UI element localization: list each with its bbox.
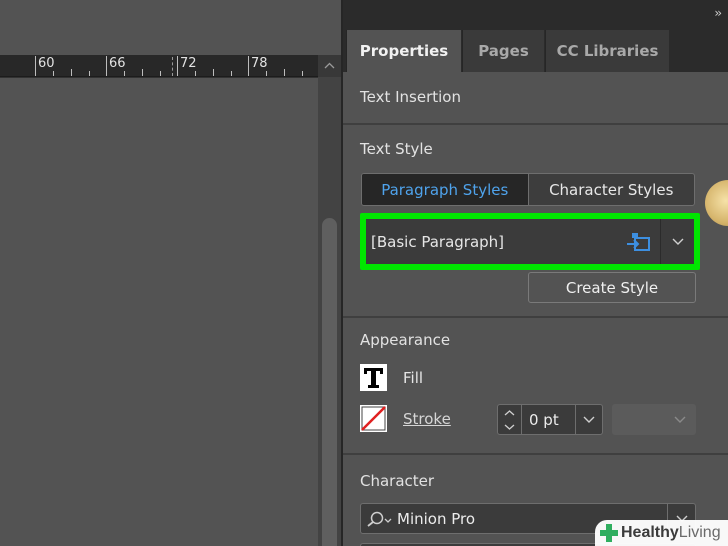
- ruler-tick: [89, 71, 90, 76]
- ruler-tick: [195, 71, 196, 76]
- stroke-row: Stroke: [360, 405, 451, 432]
- paragraph-style-value: [Basic Paragraph]: [371, 232, 505, 251]
- chevron-down-icon[interactable]: [504, 424, 515, 430]
- search-icon: [367, 511, 392, 527]
- section-divider: [343, 453, 728, 455]
- text-style-title: Text Style: [360, 140, 433, 158]
- tab-pages[interactable]: Pages: [462, 30, 544, 72]
- stroke-link[interactable]: Stroke: [403, 410, 451, 428]
- redefine-style-icon[interactable]: [615, 232, 660, 252]
- ruler-label: 78: [251, 56, 268, 71]
- chevron-down-icon: [674, 416, 686, 423]
- ruler-tick: [71, 69, 72, 76]
- ruler-tick: [142, 69, 143, 76]
- fill-text-icon[interactable]: [360, 364, 387, 391]
- plus-logo-icon: [600, 524, 618, 542]
- paragraph-styles-button[interactable]: Paragraph Styles: [362, 174, 529, 205]
- chevron-up-icon: [324, 62, 335, 69]
- tab-cc-libraries[interactable]: CC Libraries: [545, 30, 669, 72]
- stroke-weight-stepper[interactable]: 0 pt: [497, 404, 603, 435]
- ruler-label: 72: [180, 56, 197, 71]
- create-style-button[interactable]: Create Style: [528, 272, 696, 303]
- character-styles-button[interactable]: Character Styles: [529, 174, 695, 205]
- ruler-tick: [231, 71, 232, 76]
- chevron-up-icon[interactable]: [504, 410, 515, 416]
- ruler-tick: [53, 71, 54, 76]
- stroke-none-icon[interactable]: [360, 405, 387, 432]
- ruler-tick: [302, 71, 303, 76]
- watermark-text-bold: Healthy: [621, 524, 679, 541]
- font-family-value: Minion Pro: [397, 509, 476, 528]
- panel-header: ››: [343, 0, 728, 28]
- document-canvas[interactable]: [0, 78, 318, 546]
- section-divider: [343, 316, 728, 318]
- watermark-text-light: Living: [678, 524, 721, 541]
- watermark: Healthy Living: [595, 520, 728, 546]
- ruler-tick: [284, 69, 285, 76]
- style-type-toggle: Paragraph Styles Character Styles: [361, 173, 695, 206]
- ruler-tick: [160, 71, 161, 76]
- ruler-label: 60: [38, 56, 55, 71]
- stroke-type-dropdown: [612, 404, 696, 435]
- document-tab-bar: [0, 0, 341, 55]
- ruler-tick: [213, 69, 214, 76]
- chevron-down-icon[interactable]: [576, 405, 602, 434]
- stepper-arrows[interactable]: [498, 405, 522, 434]
- ruler-tick: [266, 71, 267, 76]
- vertical-scrollbar[interactable]: [318, 55, 341, 546]
- appearance-title: Appearance: [360, 331, 451, 349]
- tab-properties[interactable]: Properties: [346, 30, 461, 72]
- panel-tabs: Properties Pages CC Libraries: [343, 28, 728, 72]
- scrollbar-thumb[interactable]: [322, 218, 337, 546]
- paragraph-style-dropdown[interactable]: [Basic Paragraph]: [366, 219, 694, 264]
- ruler-tick: [35, 56, 36, 76]
- section-divider: [343, 123, 728, 125]
- chevron-down-icon[interactable]: [660, 219, 694, 264]
- properties-panel: Text Insertion Text Style Paragraph Styl…: [343, 72, 728, 546]
- ruler-label: 66: [109, 56, 126, 71]
- ruler-tick: [106, 56, 107, 76]
- horizontal-ruler: 60 66 72 78: [0, 55, 318, 77]
- character-title: Character: [360, 472, 435, 490]
- ruler-tick: [248, 56, 249, 76]
- ruler-tick: [177, 56, 178, 76]
- scroll-up-button[interactable]: [318, 55, 341, 77]
- ruler-tick: [124, 71, 125, 76]
- collapse-panel-icon[interactable]: ››: [714, 6, 721, 20]
- fill-row: Fill: [360, 364, 423, 391]
- ruler-guide-marker: [172, 57, 173, 76]
- fill-label: Fill: [403, 368, 424, 387]
- stroke-weight-value[interactable]: 0 pt: [522, 405, 576, 434]
- text-insertion-title: Text Insertion: [360, 88, 461, 106]
